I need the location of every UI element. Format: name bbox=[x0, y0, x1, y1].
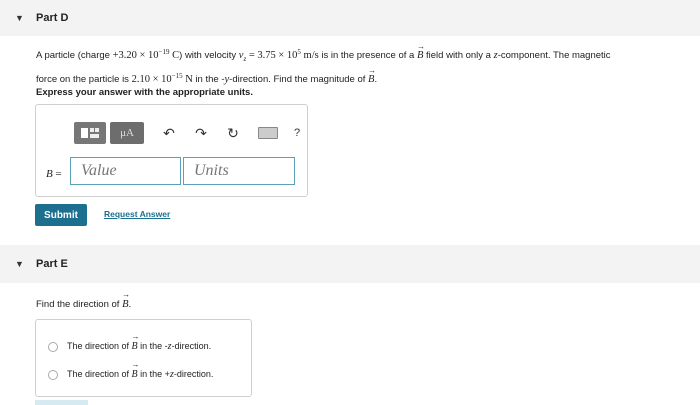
direction-choices: The direction of B in the -z-direction. … bbox=[35, 319, 252, 397]
math-toolbar: μA ↶ ↷ ↻ ? bbox=[74, 120, 300, 146]
collapse-triangle-icon[interactable]: ▼ bbox=[15, 259, 31, 269]
answer-instruction: Express your answer with the appropriate… bbox=[36, 87, 253, 98]
reset-icon[interactable]: ↻ bbox=[226, 125, 240, 142]
redo-icon[interactable]: ↷ bbox=[194, 125, 208, 142]
part-e-question: Find the direction of B. bbox=[36, 290, 131, 310]
submit-button[interactable]: Submit bbox=[35, 204, 87, 226]
choice-negative-z[interactable]: The direction of B in the -z-direction. bbox=[48, 332, 211, 352]
radio-button[interactable] bbox=[48, 341, 58, 352]
templates-icon bbox=[81, 128, 99, 138]
undo-icon[interactable]: ↶ bbox=[162, 125, 176, 142]
collapse-triangle-icon[interactable]: ▼ bbox=[15, 13, 31, 23]
part-e-title: Part E bbox=[36, 258, 68, 270]
part-e-header[interactable]: ▼ Part E bbox=[0, 245, 700, 283]
part-d-header[interactable]: ▼ Part D bbox=[0, 0, 700, 36]
choice-positive-z[interactable]: The direction of B in the +z-direction. bbox=[48, 360, 213, 380]
units-input[interactable] bbox=[183, 157, 295, 185]
partial-submit-button[interactable] bbox=[35, 400, 88, 405]
help-button[interactable]: ? bbox=[294, 127, 300, 139]
templates-button[interactable] bbox=[74, 122, 106, 144]
answer-variable: B = bbox=[46, 168, 62, 180]
part-d-title: Part D bbox=[36, 12, 69, 24]
units-symbol-button[interactable]: μA bbox=[110, 122, 144, 144]
answer-box: μA ↶ ↷ ↻ ? B = bbox=[35, 104, 308, 197]
request-answer-link[interactable]: Request Answer bbox=[104, 209, 170, 219]
part-d-question: A particle (charge +3.20 × 10−19 C) with… bbox=[36, 38, 686, 88]
keyboard-icon[interactable] bbox=[258, 127, 278, 139]
choice-label: The direction of B in the +z-direction. bbox=[67, 360, 213, 380]
radio-button[interactable] bbox=[48, 369, 58, 380]
choice-label: The direction of B in the -z-direction. bbox=[67, 332, 211, 352]
value-input[interactable] bbox=[70, 157, 181, 185]
